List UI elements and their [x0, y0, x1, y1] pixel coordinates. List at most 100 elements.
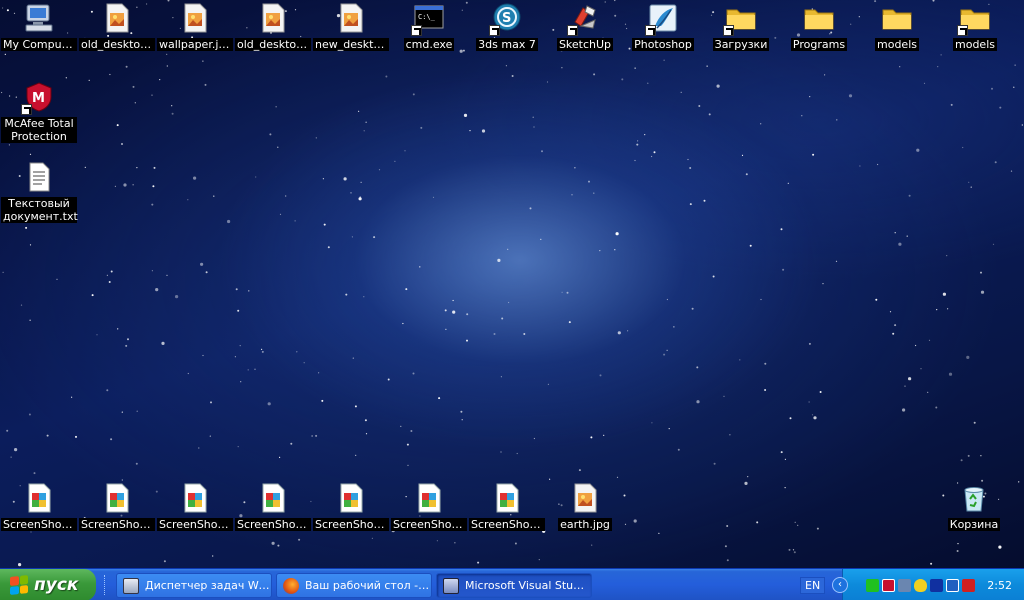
screenshot-file-icon [101, 482, 133, 514]
desktop-icon-label: McAfee Total Protection [1, 117, 77, 143]
acrobat-icon[interactable] [962, 578, 975, 592]
desktop-icon-cmd[interactable]: C:\_ cmd.exe [391, 2, 467, 51]
desktop-icon-label: ScreenShot0... [313, 518, 389, 531]
desktop-icon-label: 3ds max 7 [476, 38, 538, 51]
folder-icon [723, 2, 757, 36]
desktop-icon-label: Корзина [947, 518, 1001, 531]
desktop-icon-photoshop[interactable]: Photoshop [625, 2, 701, 51]
taskbar-button-firefox[interactable]: Ваш рабочий стол - ... [276, 573, 432, 598]
taskbar-button-visual-studio[interactable]: Microsoft Visual Studi... [436, 573, 592, 598]
desktop-icon-label: ScreenShot0... [79, 518, 155, 531]
desktop-icon-sketchup[interactable]: SketchUp [547, 2, 623, 51]
folder-icon [803, 2, 835, 34]
language-indicator[interactable]: EN [800, 577, 826, 594]
desktop-icon-text-document[interactable]: Текстовый документ.txt [1, 161, 78, 223]
desktop-icon-label: SketchUp [556, 38, 614, 51]
image-file-icon [257, 2, 289, 34]
desktop-icon-label: models [875, 38, 919, 51]
desktop-icon-3dsmax[interactable]: S 3ds max 7 [469, 2, 545, 51]
folder-icon [957, 2, 991, 36]
image-file-icon [335, 2, 367, 34]
windows-logo-icon [10, 575, 28, 595]
computer-icon [23, 2, 55, 34]
desktop-icon-screenshot-4[interactable]: ScreenShot0... [235, 482, 311, 531]
desktop-icon-earth[interactable]: earth.jpg [547, 482, 623, 531]
desktop-icon-screenshot-7[interactable]: ScreenShot0... [469, 482, 545, 531]
text-file-icon [23, 161, 55, 193]
desktop-icon-zagruzki[interactable]: Загрузки [703, 2, 779, 51]
desktop-icon-screenshot-1[interactable]: ScreenShot0... [1, 482, 77, 531]
desktop-icon-screenshot-5[interactable]: ScreenShot0... [313, 482, 389, 531]
taskbar-button-label: Диспетчер задач Wi... [145, 579, 271, 592]
shortcut-arrow-icon [645, 25, 656, 36]
screenshot-file-icon [413, 482, 445, 514]
screenshot-file-icon [257, 482, 289, 514]
shortcut-arrow-icon [21, 104, 32, 115]
image-file-icon [569, 482, 601, 514]
folder-icon [881, 2, 913, 34]
desktop-icon-label: old_desktop... [79, 38, 155, 51]
sketchup-icon [567, 2, 601, 36]
mcafee-icon: M [21, 81, 55, 115]
desktop-icon-label: ScreenShot0... [235, 518, 311, 531]
start-button-label: пуск [34, 575, 79, 595]
image-file-icon [101, 2, 133, 34]
svg-text:M: M [32, 91, 45, 106]
svg-text:C:\_: C:\_ [418, 13, 436, 21]
desktop-icon-label: new_deskto... [313, 38, 389, 51]
taskbar-button-label: Microsoft Visual Studi... [465, 579, 591, 592]
screenshot-file-icon [179, 482, 211, 514]
shortcut-arrow-icon [489, 25, 500, 36]
desktop-icon-label: Загрузки [712, 38, 770, 51]
desktop-icon-label: ScreenShot0... [157, 518, 233, 531]
shortcut-arrow-icon [411, 25, 422, 36]
desktop-icon-models-1[interactable]: models [859, 2, 935, 51]
desktop-icon-label: cmd.exe [403, 38, 455, 51]
sound-icon[interactable] [930, 578, 943, 592]
desktop-icon-label: Текстовый документ.txt [1, 197, 78, 223]
desktop-icon-wallpaper[interactable]: wallpaper.jpg [157, 2, 233, 51]
taskbar: пуск Диспетчер задач Wi... Ваш рабочий с… [0, 568, 1024, 600]
desktop-icon-screenshot-6[interactable]: ScreenShot0... [391, 482, 467, 531]
desktop-icon-new-desktop[interactable]: new_deskto... [313, 2, 389, 51]
desktop-icon-screenshot-3[interactable]: ScreenShot0... [157, 482, 233, 531]
desktop-icon-label: wallpaper.jpg [157, 38, 233, 51]
screenshot-file-icon [23, 482, 55, 514]
desktop-icon-mcafee[interactable]: M McAfee Total Protection [1, 81, 77, 143]
desktop-icon-label: old_desktop... [235, 38, 311, 51]
screenshot-file-icon [491, 482, 523, 514]
shortcut-arrow-icon [567, 25, 578, 36]
desktop-icon-label: ScreenShot0... [469, 518, 545, 531]
security-shield-icon[interactable] [914, 578, 927, 592]
monitor-icon[interactable] [946, 578, 959, 592]
recycle-bin-icon [958, 482, 990, 514]
shortcut-arrow-icon [957, 25, 968, 36]
desktop-icon-old-desktop-2[interactable]: old_desktop... [235, 2, 311, 51]
desktop-icon-label: models [953, 38, 997, 51]
tray-expand-button[interactable]: ‹ [832, 577, 848, 593]
clock[interactable]: 2:52 [987, 579, 1012, 592]
console-icon: C:\_ [411, 2, 445, 36]
desktop-icon-recycle-bin[interactable]: Корзина [936, 482, 1012, 531]
mcafee-tray-icon[interactable] [882, 578, 895, 592]
desktop-icon-label: Photoshop [632, 38, 694, 51]
taskbar-button-task-manager[interactable]: Диспетчер задач Wi... [116, 573, 272, 598]
desktop-icon-label: ScreenShot0... [391, 518, 467, 531]
task-manager-icon [123, 577, 139, 594]
desktop-icon-label: Programs [790, 38, 848, 51]
visual-studio-icon [443, 577, 459, 594]
desktop-icon-label: earth.jpg [558, 518, 612, 531]
desktop-icon-label: My Computer [1, 38, 77, 51]
taskbar-button-label: Ваш рабочий стол - ... [305, 579, 431, 592]
3dsmax-icon: S [489, 2, 523, 36]
connection-icon[interactable] [898, 578, 911, 592]
desktop-icon-programs[interactable]: Programs [781, 2, 857, 51]
desktop-icon-models-2[interactable]: models [937, 2, 1013, 51]
desktop-icon-screenshot-2[interactable]: ScreenShot0... [79, 482, 155, 531]
start-button[interactable]: пуск [0, 569, 96, 600]
network-icon[interactable] [866, 578, 879, 592]
screenshot-file-icon [335, 482, 367, 514]
desktop-icon-old-desktop-1[interactable]: old_desktop... [79, 2, 155, 51]
taskbar-separator [104, 575, 107, 595]
desktop-icon-my-computer[interactable]: My Computer [1, 2, 77, 51]
